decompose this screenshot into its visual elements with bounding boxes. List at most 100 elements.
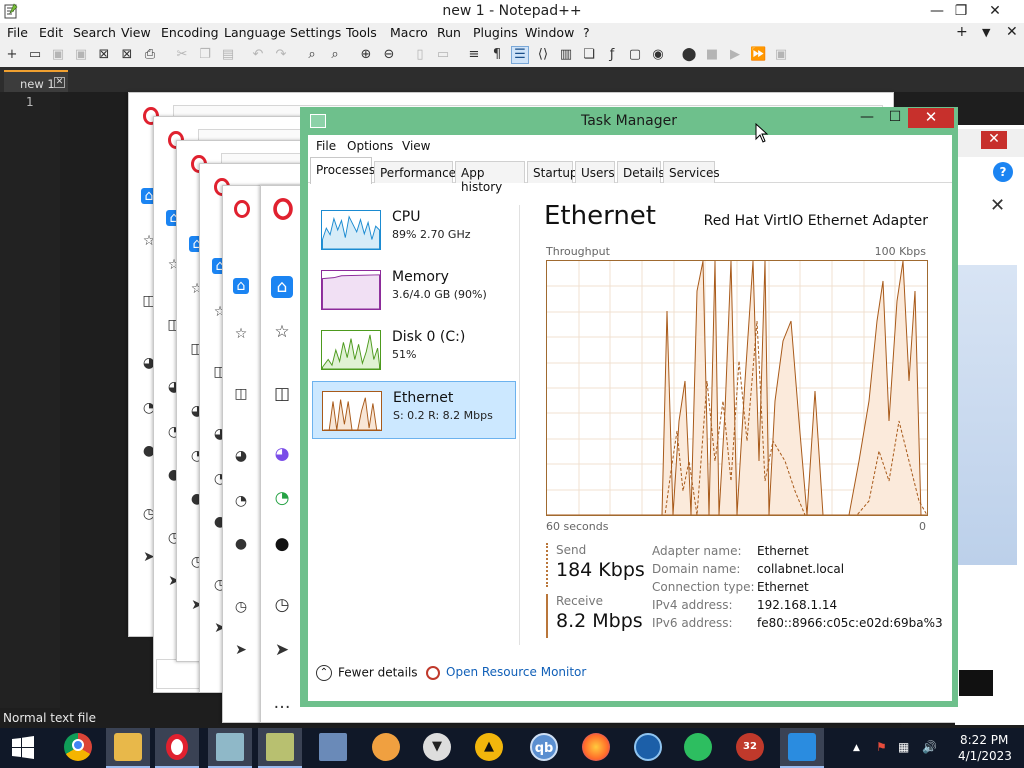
tiktok-icon[interactable]: ● (271, 533, 293, 555)
taskbar-network-setup[interactable] (311, 728, 355, 768)
cut-icon[interactable]: ✂ (174, 47, 190, 63)
paste-icon[interactable]: ▤ (220, 47, 236, 63)
maximize-button[interactable]: ❐ (946, 0, 976, 23)
print-icon[interactable]: ⎙ (142, 47, 158, 63)
taskbar-opera[interactable] (155, 728, 199, 768)
resource-cpu[interactable]: CPU 89% 2.70 GHz (312, 201, 516, 259)
close-button[interactable]: ✕ (980, 0, 1010, 23)
star-icon[interactable]: ☆ (271, 321, 293, 343)
taskbar-task-manager[interactable] (208, 728, 252, 768)
whatsapp-icon[interactable]: ◔ (271, 487, 293, 509)
tab-services[interactable]: Services (663, 161, 720, 183)
menu-plugins[interactable]: Plugins (473, 25, 518, 40)
menu-help[interactable]: ? (583, 25, 590, 40)
record-macro-icon[interactable]: ⬤ (681, 47, 697, 63)
close-file-icon[interactable]: ⊠ (96, 47, 112, 63)
redo-icon[interactable]: ↷ (273, 47, 289, 63)
undo-icon[interactable]: ↶ (250, 47, 266, 63)
bag-icon[interactable]: ◫ (233, 386, 249, 402)
taskbar-cat-app[interactable]: ▼ (415, 728, 459, 768)
close-all-icon[interactable]: ⊠ (119, 47, 135, 63)
tab-startup[interactable]: Startup (527, 161, 578, 183)
pane-divider[interactable] (519, 205, 520, 645)
open-resource-monitor-link[interactable]: Open Resource Monitor (426, 665, 586, 680)
taskbar-firefox[interactable] (574, 728, 618, 768)
windows-start-icon[interactable] (0, 728, 46, 768)
tab-performance[interactable]: Performance (374, 161, 456, 183)
menu-window[interactable]: Window (525, 25, 574, 40)
menu-options[interactable]: Options (347, 139, 393, 153)
sync-vertical-icon[interactable]: ▯ (412, 47, 428, 63)
word-wrap-icon[interactable]: ≡ (466, 47, 482, 63)
taskbar-evernote[interactable] (676, 728, 720, 768)
menu-view[interactable]: View (402, 139, 430, 153)
minimize-button[interactable]: — (854, 109, 880, 129)
play-macro-icon[interactable]: ▶ (727, 47, 743, 63)
tab-list-dropdown[interactable]: ▼ (982, 26, 990, 39)
security-alert-icon[interactable]: ⚑ (876, 740, 887, 754)
maximize-button[interactable]: ☐ (882, 109, 908, 129)
menu-settings[interactable]: Settings (290, 25, 341, 40)
tab-processes[interactable]: Processes (310, 157, 375, 184)
taskbar-edge-app[interactable] (626, 728, 670, 768)
menu-tools[interactable]: Tools (346, 25, 377, 40)
taskbar-qbittorrent[interactable]: qb (522, 728, 566, 768)
save-icon[interactable]: ▣ (50, 47, 66, 63)
add-tab-button[interactable]: + (956, 24, 968, 40)
clock-date[interactable]: 4/1/2023 (958, 749, 1012, 763)
tiktok-icon[interactable]: ● (233, 536, 249, 552)
show-all-chars-icon[interactable]: ¶ (489, 47, 505, 63)
close-tab-button[interactable]: ✕ (1006, 24, 1018, 40)
more-icon[interactable]: … (271, 692, 293, 714)
volume-icon[interactable]: 🔊 (922, 740, 937, 754)
menu-encoding[interactable]: Encoding (161, 25, 219, 40)
document-map-icon[interactable]: ▥ (558, 47, 574, 63)
resource-memory[interactable]: Memory 3.6/4.0 GB (90%) (312, 261, 516, 319)
document-list-icon[interactable]: ❏ (581, 47, 597, 63)
taskbar-file-explorer[interactable] (106, 728, 150, 768)
new-file-icon[interactable]: + (4, 47, 20, 63)
taskbar-notepad-plus-plus[interactable] (258, 728, 302, 768)
taskbar-warning-app[interactable]: ▲ (467, 728, 511, 768)
zoom-in-icon[interactable]: ⊕ (358, 47, 374, 63)
browser-close-icon[interactable]: ✕ (981, 131, 1007, 149)
send-icon[interactable]: ➤ (233, 642, 249, 658)
home-icon[interactable]: ⌂ (271, 276, 293, 298)
xml-tag-icon[interactable]: ⟨⟩ (535, 47, 551, 63)
clock-time[interactable]: 8:22 PM (960, 733, 1008, 747)
sync-horizontal-icon[interactable]: ▭ (435, 47, 451, 63)
resource-disk[interactable]: Disk 0 (C:) 51% (312, 321, 516, 379)
replace-icon[interactable]: ⌕ (327, 47, 343, 63)
menu-language[interactable]: Language (224, 25, 286, 40)
folder-workspace-icon[interactable]: ▢ (627, 47, 643, 63)
send-icon[interactable]: ➤ (271, 639, 293, 661)
menu-search[interactable]: Search (73, 25, 116, 40)
history-icon[interactable]: ◷ (271, 594, 293, 616)
open-file-icon[interactable]: ▭ (27, 47, 43, 63)
resource-ethernet[interactable]: Ethernet S: 0.2 R: 8.2 Mbps (312, 381, 516, 439)
bag-icon[interactable]: ◫ (271, 383, 293, 405)
close-button[interactable]: ✕ (908, 108, 954, 128)
menu-file[interactable]: File (7, 25, 28, 40)
close-panel-icon[interactable]: ✕ (990, 195, 1005, 216)
copy-icon[interactable]: ❐ (197, 47, 213, 63)
menu-macro[interactable]: Macro (390, 25, 428, 40)
find-icon[interactable]: ⌕ (304, 47, 320, 63)
tab-app-history[interactable]: App history (455, 161, 525, 194)
run-macro-multiple-icon[interactable]: ⏩ (750, 47, 766, 63)
taskbar-vscode[interactable] (780, 728, 824, 768)
tray-overflow-icon[interactable]: ▲ (853, 743, 860, 753)
history-icon[interactable]: ◷ (233, 599, 249, 615)
zoom-out-icon[interactable]: ⊖ (381, 47, 397, 63)
taskbar-chrome[interactable] (56, 728, 100, 768)
tab-users[interactable]: Users (575, 161, 615, 183)
network-tray-icon[interactable]: ▦ (898, 740, 909, 754)
menu-edit[interactable]: Edit (39, 25, 63, 40)
menu-file[interactable]: File (316, 139, 336, 153)
menu-run[interactable]: Run (437, 25, 461, 40)
indent-guide-icon[interactable]: ☰ (511, 46, 529, 64)
tab-close-icon[interactable]: ✕ (54, 77, 65, 88)
fewer-details-button[interactable]: ⌃ Fewer details (316, 665, 418, 687)
save-all-icon[interactable]: ▣ (73, 47, 89, 63)
whatsapp-icon[interactable]: ◔ (233, 493, 249, 509)
